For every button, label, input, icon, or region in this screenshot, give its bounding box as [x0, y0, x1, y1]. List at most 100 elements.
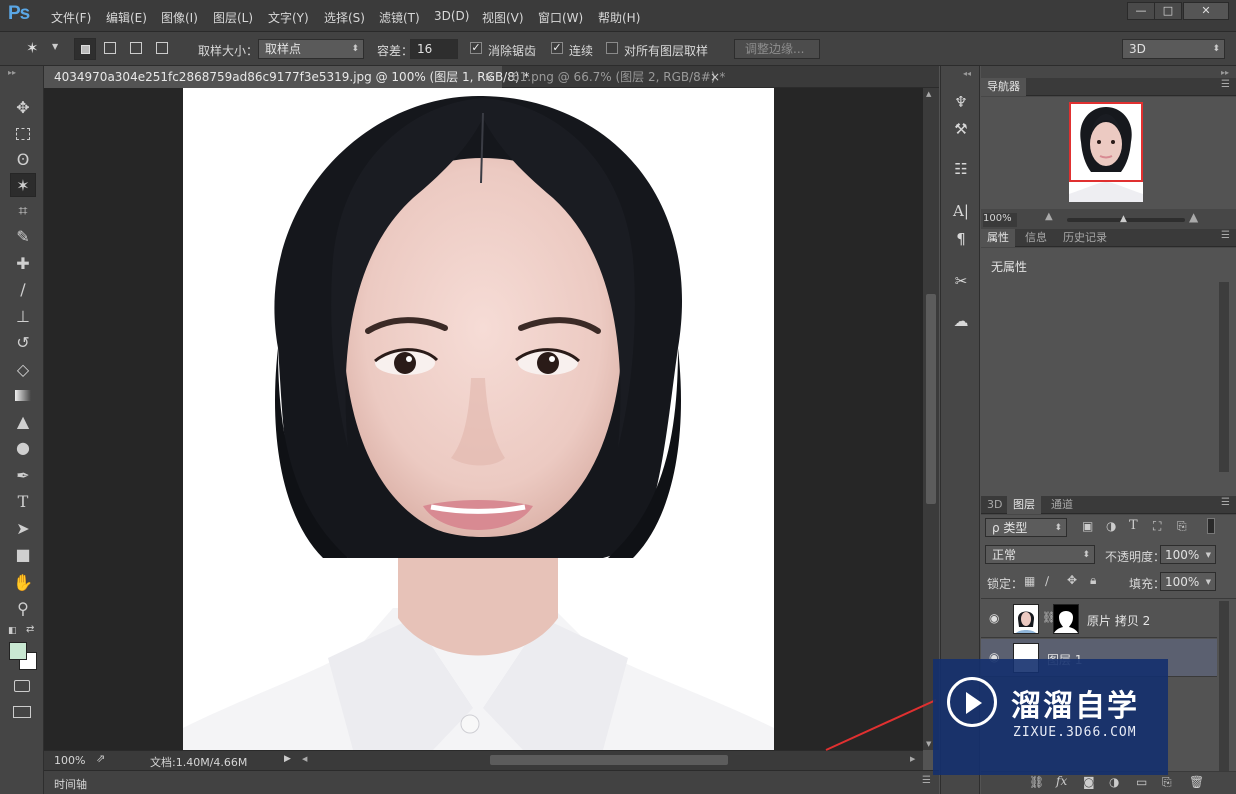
link-layers-icon[interactable]: ⛓: [1029, 775, 1044, 789]
status-menu-arrow-icon[interactable]: ▶: [284, 754, 291, 764]
tab-channels[interactable]: 通道: [1045, 496, 1079, 514]
eyedropper-tool-icon[interactable]: ✎: [10, 225, 36, 249]
close-button[interactable]: ✕: [1183, 2, 1229, 20]
crop-tool-icon[interactable]: ⌗: [10, 199, 36, 223]
workspace-select[interactable]: 3D ⬍: [1122, 39, 1225, 59]
menu-layer[interactable]: 图层(L): [213, 9, 253, 26]
creative-cloud-icon[interactable]: ☁: [949, 310, 973, 332]
filter-type-icon[interactable]: T: [1129, 518, 1138, 533]
collapse-icon[interactable]: ◂◂: [963, 69, 971, 78]
filter-adjustment-icon[interactable]: ◑: [1106, 519, 1116, 533]
properties-scrollbar[interactable]: [1219, 282, 1229, 472]
rectangle-tool-icon[interactable]: ■: [10, 543, 36, 567]
vertical-scroll-thumb[interactable]: [926, 294, 936, 504]
visibility-eye-icon[interactable]: ◉: [989, 611, 999, 625]
filter-toggle-icon[interactable]: [1207, 518, 1215, 534]
timeline-tab[interactable]: 时间轴: [54, 776, 87, 792]
filter-smart-object-icon[interactable]: ⎘: [1177, 519, 1187, 534]
close-icon[interactable]: ×: [484, 66, 494, 88]
add-to-selection-icon[interactable]: [104, 42, 116, 54]
quick-mask-icon[interactable]: [14, 680, 30, 692]
new-layer-icon[interactable]: ⎘: [1162, 775, 1172, 790]
brush-presets-icon[interactable]: ♆: [949, 91, 973, 113]
menu-file[interactable]: 文件(F): [51, 9, 91, 26]
vertical-scrollbar[interactable]: ▲ ▼: [923, 88, 939, 750]
blur-tool-icon[interactable]: ▲: [10, 410, 36, 434]
clone-source-icon[interactable]: ☷: [949, 158, 973, 180]
maximize-button[interactable]: □: [1154, 2, 1182, 20]
scroll-left-icon[interactable]: ◀: [302, 755, 307, 763]
horizontal-scroll-thumb[interactable]: [490, 755, 728, 765]
scissors-icon[interactable]: ✂: [949, 270, 973, 292]
move-tool-icon[interactable]: ✥: [10, 96, 36, 120]
all-layers-checkbox[interactable]: [606, 42, 618, 54]
contiguous-checkbox[interactable]: ✓: [551, 42, 563, 54]
gradient-tool-icon[interactable]: [10, 384, 36, 408]
portrait-photo[interactable]: [183, 88, 774, 750]
blend-mode-select[interactable]: 正常 ⬍: [985, 545, 1095, 564]
panel-menu-icon[interactable]: ☰: [1221, 230, 1230, 241]
navigator-thumbnail[interactable]: [1069, 102, 1143, 202]
zoom-in-icon[interactable]: ▲: [1189, 210, 1198, 224]
adjustment-layer-icon[interactable]: ◑: [1109, 775, 1119, 789]
tool-preset-chevron-icon[interactable]: ▼: [52, 42, 58, 51]
zoom-tool-icon[interactable]: ⚲: [10, 597, 36, 621]
zoom-slider-thumb[interactable]: ▲: [1120, 214, 1127, 224]
menu-type[interactable]: 文字(Y): [268, 9, 309, 26]
tab-document-1[interactable]: 4034970a304e251fc2868759ad86c9177f3e5319…: [44, 66, 529, 88]
collapse-icon[interactable]: ▸▸: [8, 68, 16, 77]
menu-view[interactable]: 视图(V): [482, 9, 524, 26]
menu-3d[interactable]: 3D(D): [434, 9, 469, 23]
menu-image[interactable]: 图像(I): [161, 9, 198, 26]
trash-icon[interactable]: 🗑︎: [1189, 775, 1204, 789]
layer-mask-thumbnail[interactable]: [1053, 604, 1079, 634]
healing-brush-tool-icon[interactable]: ✚: [10, 252, 36, 276]
path-selection-tool-icon[interactable]: ➤: [10, 517, 36, 541]
tab-layers[interactable]: 图层: [1007, 496, 1041, 514]
scroll-right-icon[interactable]: ▶: [910, 755, 915, 763]
filter-shape-icon[interactable]: ⛶: [1153, 519, 1161, 534]
scroll-up-icon[interactable]: ▲: [926, 90, 931, 98]
layer-name[interactable]: 原片 拷贝 2: [1087, 612, 1150, 629]
tab-3d[interactable]: 3D: [981, 496, 1008, 514]
zoom-out-icon[interactable]: ▲: [1045, 211, 1053, 222]
tab-document-2[interactable]: 61.png @ 66.7% (图层 2, RGB/8#) * ×: [502, 66, 726, 88]
navigator-zoom-value[interactable]: 100%: [983, 213, 1017, 227]
tab-navigator[interactable]: 导航器: [981, 78, 1026, 96]
lock-position-icon[interactable]: ✥: [1067, 573, 1077, 587]
clone-stamp-tool-icon[interactable]: ⊥: [10, 305, 36, 329]
dodge-tool-icon[interactable]: ●: [10, 436, 36, 460]
subtract-selection-icon[interactable]: [130, 42, 142, 54]
type-tool-icon[interactable]: T: [10, 490, 36, 514]
fill-input[interactable]: 100% ▼: [1160, 572, 1216, 591]
menu-edit[interactable]: 编辑(E): [106, 9, 147, 26]
default-colors-icon[interactable]: ◧: [8, 626, 17, 636]
hand-tool-icon[interactable]: ✋: [10, 571, 36, 595]
marquee-tool-icon[interactable]: [10, 122, 36, 146]
tab-info[interactable]: 信息: [1019, 229, 1053, 247]
intersect-selection-icon[interactable]: [156, 42, 168, 54]
refine-edge-button[interactable]: 调整边缘...: [734, 39, 820, 59]
lock-pixels-icon[interactable]: ∕: [1045, 574, 1049, 588]
tab-history[interactable]: 历史记录: [1057, 229, 1113, 247]
menu-select[interactable]: 选择(S): [324, 9, 365, 26]
character-icon[interactable]: A|: [949, 200, 973, 222]
fx-icon[interactable]: fx: [1056, 774, 1067, 788]
tool-presets-icon[interactable]: ⚒: [949, 118, 973, 140]
brush-tool-icon[interactable]: ∕: [10, 278, 36, 302]
antialias-checkbox[interactable]: ✓: [470, 42, 482, 54]
navigator-view-box[interactable]: [1069, 102, 1143, 182]
panel-menu-icon[interactable]: ☰: [922, 775, 931, 786]
collapse-icon[interactable]: ▸▸: [1221, 68, 1229, 77]
swap-colors-icon[interactable]: ⇄: [26, 624, 34, 635]
lock-transparency-icon[interactable]: ▦: [1024, 574, 1035, 588]
minimize-button[interactable]: —: [1127, 2, 1155, 20]
panel-menu-icon[interactable]: ☰: [1221, 497, 1230, 508]
pen-tool-icon[interactable]: ✒: [10, 464, 36, 488]
tab-properties[interactable]: 属性: [981, 229, 1015, 247]
menu-help[interactable]: 帮助(H): [598, 9, 640, 26]
layer-row[interactable]: ◉ ⛓ 原片 拷贝 2: [981, 600, 1217, 638]
zoom-readout[interactable]: 100%: [54, 754, 85, 767]
new-group-icon[interactable]: ▭: [1136, 775, 1147, 789]
sample-size-select[interactable]: 取样点 ⬍: [258, 39, 364, 59]
